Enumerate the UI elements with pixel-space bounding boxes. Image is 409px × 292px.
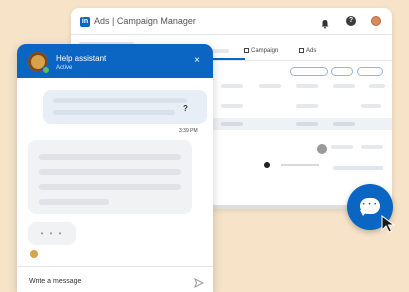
- skeleton-cell: [259, 84, 281, 88]
- chat-panel: Help assistant Active × ? 3:39 PM • • •: [17, 44, 213, 292]
- avatar[interactable]: [371, 16, 381, 26]
- divider: [207, 60, 392, 61]
- skeleton-cell: [296, 122, 318, 126]
- linkedin-logo: in: [80, 17, 90, 27]
- skeleton-cell: [361, 145, 383, 149]
- skeleton-cell: [333, 122, 355, 126]
- chat-title: Help assistant: [56, 54, 107, 63]
- filter-pill[interactable]: [290, 67, 328, 76]
- message-timestamp: 3:39 PM: [179, 128, 198, 134]
- typing-indicator: • • •: [28, 222, 76, 245]
- filter-pill[interactable]: [357, 67, 383, 76]
- skeleton-cell: [369, 84, 385, 88]
- message-line: [53, 110, 175, 115]
- skeleton-cell: [333, 166, 383, 170]
- tab-campaign[interactable]: Campaign: [244, 48, 278, 54]
- skeleton-cell: [331, 145, 353, 149]
- skeleton-cell: [221, 122, 243, 126]
- close-icon[interactable]: ×: [192, 56, 202, 66]
- grid-icon: [299, 48, 304, 53]
- bell-icon[interactable]: [320, 16, 330, 29]
- message-line: [39, 199, 109, 205]
- skeleton-cell: [296, 84, 318, 88]
- message-line: [39, 169, 181, 175]
- tab-ads[interactable]: Ads: [299, 48, 316, 54]
- skeleton-tab: [211, 49, 229, 53]
- chat-status: Active: [56, 65, 73, 71]
- assistant-message: [28, 140, 192, 214]
- campaign-manager-header: in Ads | Campaign Manager ?: [71, 8, 392, 35]
- message-line: [39, 154, 181, 160]
- chat-header: Help assistant Active ×: [17, 44, 213, 78]
- message-line: [39, 184, 181, 190]
- assistant-avatar-small: [30, 250, 38, 258]
- grid-icon: [244, 48, 249, 53]
- mouse-cursor-icon: [381, 215, 396, 233]
- skeleton-cell: [221, 84, 243, 88]
- pagination-dot[interactable]: [264, 162, 270, 168]
- app-title: Ads | Campaign Manager: [94, 16, 196, 26]
- avatar: [317, 144, 327, 154]
- skeleton-cell: [296, 104, 318, 108]
- help-icon[interactable]: ?: [346, 16, 356, 26]
- filter-pill[interactable]: [331, 67, 353, 76]
- divider: [17, 266, 213, 267]
- message-line: [53, 98, 187, 103]
- chat-bubble-tail: [360, 210, 368, 216]
- user-message-tail: ?: [183, 104, 188, 113]
- skeleton-cell: [361, 104, 381, 108]
- online-status-dot: [42, 66, 50, 74]
- skeleton-cell: [333, 84, 355, 88]
- message-input[interactable]: [29, 274, 179, 288]
- skeleton-cell: [221, 104, 243, 108]
- scroll-track[interactable]: [281, 164, 319, 166]
- send-icon[interactable]: [194, 275, 205, 289]
